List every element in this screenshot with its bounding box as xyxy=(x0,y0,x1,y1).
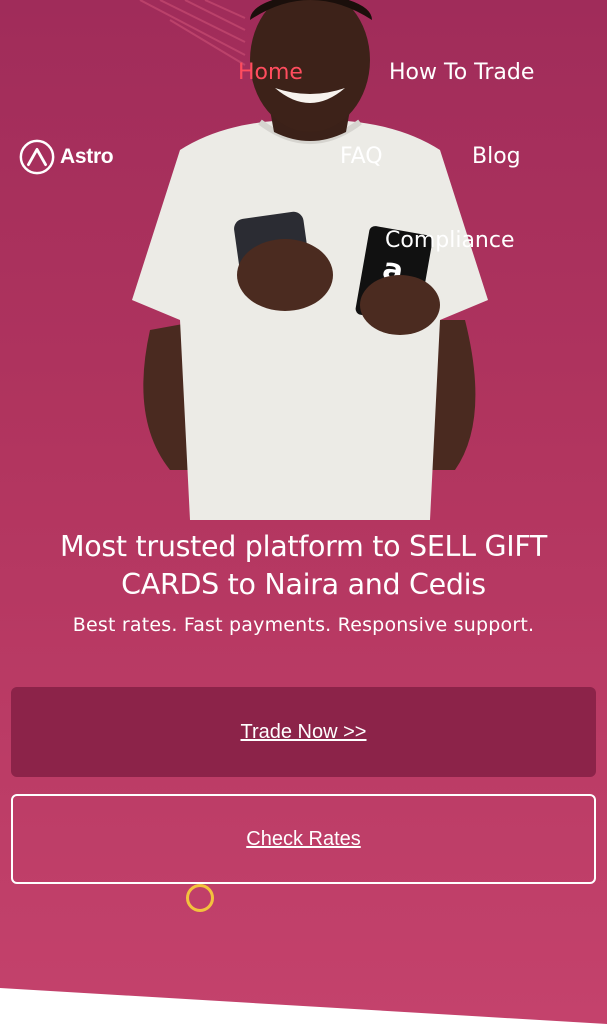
hero-title-line-2: CARDS to Naira and Cedis xyxy=(121,568,486,601)
brand-name: Astro xyxy=(60,145,114,168)
hero-subtitle: Best rates. Fast payments. Responsive su… xyxy=(72,614,535,636)
nav-link-compliance[interactable]: Compliance xyxy=(385,230,515,252)
trade-now-button[interactable]: Trade Now >> xyxy=(11,687,596,777)
nav-link-home[interactable]: Home xyxy=(238,62,303,84)
hero-title: Most trusted platform to SELL GIFT CARDS… xyxy=(0,528,607,604)
cursor-ring-icon xyxy=(186,884,214,912)
nav-link-how-to-trade[interactable]: How To Trade xyxy=(389,62,534,84)
astro-logo-icon xyxy=(19,139,55,175)
brand-logo[interactable]: Astro xyxy=(18,138,114,176)
nav-link-faq[interactable]: FAQ xyxy=(340,146,383,168)
bottom-section-divider xyxy=(0,988,607,1024)
hero-title-line-1: Most trusted platform to SELL GIFT xyxy=(59,530,548,563)
check-rates-button[interactable]: Check Rates xyxy=(11,794,596,884)
nav-link-blog[interactable]: Blog xyxy=(472,146,521,168)
